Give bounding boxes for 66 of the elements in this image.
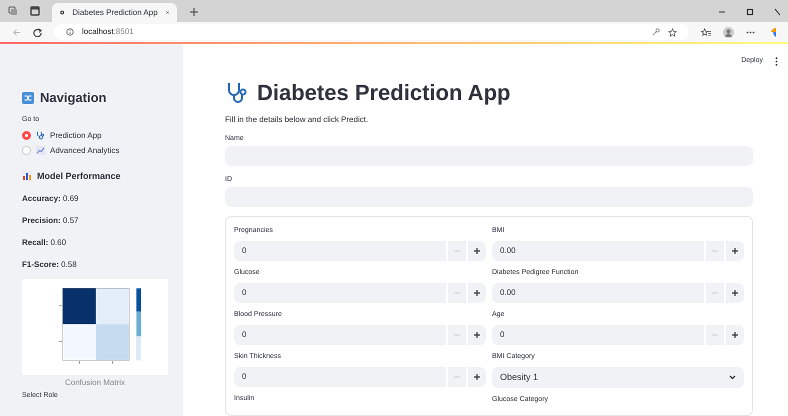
plus-icon — [474, 248, 480, 254]
radio-button[interactable] — [22, 146, 31, 155]
main-menu-icon[interactable] — [775, 56, 778, 66]
number-input[interactable]: 0.00 — [492, 241, 704, 261]
image-caption: Confusion Matrix — [64, 378, 126, 388]
radio-button[interactable] — [22, 131, 31, 140]
favicon-icon — [60, 8, 64, 17]
minus-icon — [712, 334, 718, 336]
radio-label[interactable]: Prediction App — [50, 130, 102, 142]
minus-icon — [454, 292, 460, 294]
section-heading: Model Performance — [37, 170, 121, 182]
minus-icon — [712, 292, 718, 294]
restore-icon[interactable] — [746, 8, 754, 16]
number-input[interactable]: 0 — [234, 325, 446, 345]
plus-icon — [474, 374, 480, 380]
minus-icon — [712, 250, 718, 252]
close-icon[interactable] — [166, 9, 169, 16]
number-input[interactable]: 0 — [234, 241, 446, 261]
instruction-text: Fill in the details below and click Predict. — [225, 115, 370, 125]
metric-text: Accuracy: 0.69 — [22, 193, 80, 205]
increment-button[interactable] — [468, 241, 486, 261]
stethoscope-icon — [36, 131, 45, 140]
number-input[interactable]: 0 — [234, 367, 446, 387]
metric-text: Recall: 0.60 — [22, 237, 68, 249]
metric-text: F1-Score: 0.58 — [22, 259, 78, 271]
metric-text: Precision: 0.57 — [22, 215, 80, 227]
address-bar[interactable]: localhost:8501 — [54, 24, 689, 40]
url-text: localhost:8501 — [82, 26, 134, 38]
tab-actions-icon[interactable] — [30, 6, 40, 16]
increment-button[interactable] — [468, 325, 486, 345]
browser-tab[interactable]: Diabetes Prediction App — [52, 3, 177, 22]
number-input[interactable]: 0 — [234, 283, 446, 303]
plus-icon — [732, 290, 738, 296]
profile-icon[interactable] — [723, 26, 734, 38]
select-dropdown[interactable]: Obesity 1 — [492, 367, 744, 388]
plus-icon — [474, 290, 480, 296]
minus-icon — [454, 376, 460, 378]
number-input[interactable]: 0.00 — [492, 283, 704, 303]
plus-icon — [732, 332, 738, 338]
star-icon[interactable] — [668, 28, 677, 36]
number-input[interactable]: 0 — [492, 325, 704, 345]
shuffle-icon — [22, 92, 34, 104]
increment-button[interactable] — [468, 283, 486, 303]
more-icon[interactable] — [746, 30, 755, 34]
key-icon[interactable] — [652, 28, 660, 36]
increment-button[interactable] — [726, 283, 744, 303]
reload-icon[interactable] — [33, 28, 42, 36]
plus-icon — [474, 332, 480, 338]
increment-button[interactable] — [468, 367, 486, 387]
favorites-icon[interactable] — [701, 28, 711, 36]
workspaces-icon[interactable] — [8, 6, 18, 16]
bar-chart-icon — [22, 171, 32, 182]
radio-label[interactable]: Advanced Analytics — [50, 144, 120, 156]
sidebar-title: Navigation — [40, 89, 106, 107]
line-chart-icon — [36, 146, 45, 155]
chevron-down-icon — [729, 375, 736, 380]
page-title: Diabetes Prediction App — [257, 79, 510, 107]
increment-button[interactable] — [726, 325, 744, 345]
increment-button[interactable] — [726, 241, 744, 261]
tab-title: Diabetes Prediction App — [72, 6, 158, 18]
stethoscope-icon — [225, 80, 249, 104]
minus-icon — [454, 250, 460, 252]
new-tab-icon[interactable] — [189, 7, 199, 17]
info-icon — [66, 28, 74, 36]
minus-icon — [454, 334, 460, 336]
plus-icon — [732, 248, 738, 254]
